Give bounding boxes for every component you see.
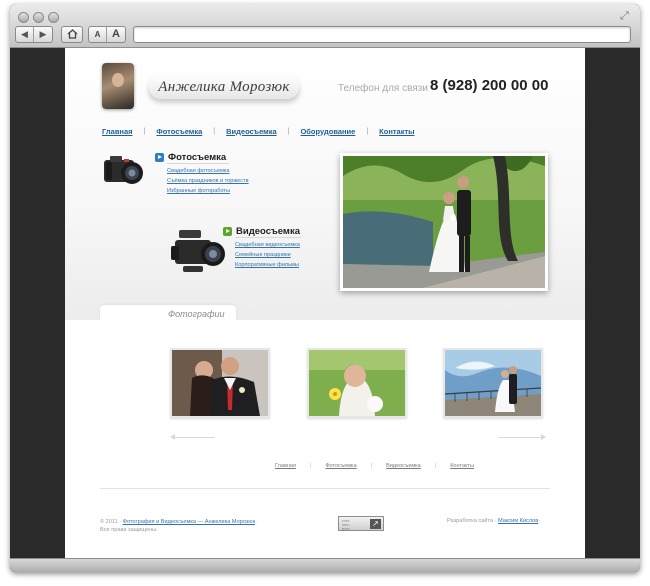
minimize-window-icon[interactable] <box>33 12 44 23</box>
badge-pattern: ▪▫▪▪▫▪ ▫▪▪▫▪▫ ▪▪▫▪▫▪ <box>342 519 350 531</box>
gallery-next-line <box>499 437 541 438</box>
menu-item-photo[interactable]: Фотосъемка <box>156 127 202 136</box>
main-menu: Главная | Фотосъемка | Видеосъемка | Обо… <box>102 125 415 137</box>
featured-wedding-photo[interactable] <box>340 153 548 291</box>
home-button[interactable] <box>62 27 82 42</box>
footer-link-contacts[interactable]: Контакты <box>450 463 474 469</box>
history-buttons: ◀ ▶ <box>15 26 53 43</box>
footer-link-home[interactable]: Главная <box>275 463 296 469</box>
video-service-title[interactable]: Видеосъемка <box>223 226 300 237</box>
web-page: Анжелика Морозюк Телефон для связи – 8 (… <box>65 48 585 558</box>
footer-divider <box>100 488 550 489</box>
footer-menu-separator: | <box>370 463 373 469</box>
copyright: © 2011 · Фотография и Видеосъемка — Анже… <box>100 519 257 533</box>
footer-link-photo[interactable]: Фотосъемка <box>325 463 356 469</box>
forward-button[interactable]: ▶ <box>34 27 52 42</box>
wedding-photo-image <box>343 156 545 288</box>
zoom-window-icon[interactable] <box>48 12 59 23</box>
close-window-icon[interactable] <box>18 12 29 23</box>
font-size-buttons: A A <box>88 26 126 43</box>
site-logo[interactable]: Анжелика Морозюк <box>148 74 300 100</box>
gallery-tab[interactable]: Фотографии <box>100 305 236 323</box>
title-underline <box>167 163 229 164</box>
font-smaller-button[interactable]: A <box>89 27 107 42</box>
photo-service-title[interactable]: Фотосъемка <box>155 152 226 163</box>
arrow-up-right-icon: ↗ <box>370 519 381 529</box>
footer-menu: Главная | Фотосъемка | Видеосъемка | Кон… <box>275 463 474 469</box>
menu-separator: | <box>287 127 290 135</box>
video-service-links: Свадебная видеосъемка Семейные праздники… <box>235 240 300 270</box>
browser-status-bar <box>10 558 640 572</box>
menu-item-equipment[interactable]: Оборудование <box>300 127 355 136</box>
gallery-thumb-couple[interactable] <box>170 348 270 418</box>
blue-arrow-icon <box>155 153 164 162</box>
thumb-image-beach <box>445 350 541 416</box>
avatar <box>102 63 134 109</box>
green-arrow-icon <box>223 227 232 236</box>
photo-link-wedding[interactable]: Свадебная фотосъемка <box>167 166 249 176</box>
thumb-image-bride <box>309 350 405 416</box>
menu-separator: | <box>366 127 369 135</box>
developer-credit: Разработка сайта · Максим Кислов· <box>447 518 541 524</box>
home-icon <box>67 29 77 39</box>
gallery-prev-line <box>173 437 215 438</box>
gallery-thumb-beach[interactable] <box>443 348 543 418</box>
photo-link-events[interactable]: Съёмка праздников и торжеств <box>167 176 249 186</box>
home-button-group <box>61 26 83 43</box>
logo-text: Анжелика Морозюк <box>158 79 290 95</box>
menu-separator: | <box>213 127 216 135</box>
menu-item-video[interactable]: Видеосъемка <box>226 127 277 136</box>
gallery-prev-arrow-icon[interactable] <box>170 434 175 440</box>
browser-window: ⤢ ◀ ▶ A A Анжелика Морозюк Телефон для с… <box>10 4 640 572</box>
rights-text: Все права защищены. <box>100 527 158 533</box>
video-link-corporate[interactable]: Корпоративные фильмы <box>235 260 300 270</box>
title-underline <box>235 237 301 238</box>
footer-link-video[interactable]: Видеосъемка <box>386 463 421 469</box>
video-link-wedding[interactable]: Свадебная видеосъемка <box>235 240 300 250</box>
copyright-link[interactable]: Фотография и Видеосъемка — Анжелика Моро… <box>123 519 255 525</box>
footer-menu-separator: | <box>434 463 437 469</box>
menu-item-home[interactable]: Главная <box>102 127 133 136</box>
menu-separator: | <box>143 127 146 135</box>
gallery-tab-label: Фотографии <box>168 309 225 319</box>
back-button[interactable]: ◀ <box>16 27 34 42</box>
thumb-image-couple <box>172 350 268 416</box>
developer-link[interactable]: Максим Кислов <box>498 518 538 524</box>
address-bar[interactable] <box>133 26 631 43</box>
photo-link-favorites[interactable]: Избранные фоторaботы <box>167 186 249 196</box>
browser-toolbar: ⤢ ◀ ▶ A A <box>10 4 640 48</box>
counter-badge[interactable]: ▪▫▪▪▫▪ ▫▪▪▫▪▫ ▪▪▫▪▫▪ ↗ <box>338 516 384 531</box>
photo-service-links: Свадебная фотосъемка Съёмка праздников и… <box>167 166 249 196</box>
fullscreen-icon[interactable]: ⤢ <box>620 10 632 22</box>
font-larger-button[interactable]: A <box>107 27 125 42</box>
video-link-family[interactable]: Семейные праздники <box>235 250 300 260</box>
phone-label: Телефон для связи – <box>338 83 437 94</box>
video-camera-icon <box>171 230 225 272</box>
gallery-next-arrow-icon[interactable] <box>541 434 546 440</box>
photo-camera-icon <box>104 156 143 184</box>
menu-item-contacts[interactable]: Контакты <box>379 127 414 136</box>
footer-menu-separator: | <box>309 463 312 469</box>
gallery-thumb-bride[interactable] <box>307 348 407 418</box>
phone-number: 8 (928) 200 00 00 <box>430 77 549 94</box>
